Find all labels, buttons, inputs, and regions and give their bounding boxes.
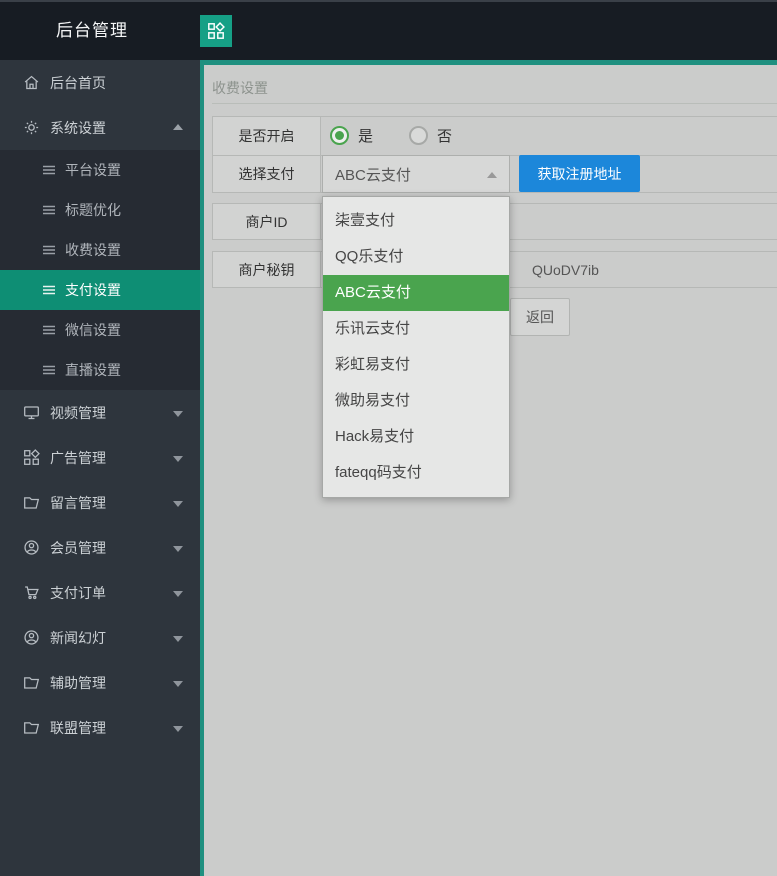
radio-no[interactable]: 否 bbox=[409, 125, 452, 146]
chevron-down-icon bbox=[173, 725, 183, 732]
chevron-down-icon bbox=[173, 680, 183, 687]
sidebar-item-label: 联盟管理 bbox=[50, 719, 106, 736]
sidebar-item-label: 直播设置 bbox=[65, 362, 121, 378]
chevron-down-icon bbox=[173, 635, 183, 642]
sidebar: 后台首页 系统设置 平台设置 标题优化 收费设置 支付设置 微信设置 直播设置 … bbox=[0, 60, 200, 876]
merchant-id-label: 商户ID bbox=[213, 204, 321, 239]
sidebar-item-label: 收费设置 bbox=[65, 242, 121, 258]
title-divider bbox=[212, 103, 777, 104]
sidebar-item-label: 支付设置 bbox=[65, 282, 121, 298]
menu-lines-icon bbox=[42, 363, 56, 377]
panel-title: 收费设置 bbox=[212, 80, 268, 96]
dropdown-option[interactable]: Hack易支付 bbox=[323, 419, 509, 455]
sidebar-item-label: 平台设置 bbox=[65, 162, 121, 178]
folder-icon bbox=[23, 494, 40, 511]
radio-yes-label: 是 bbox=[358, 128, 374, 146]
radio-unselected-icon[interactable] bbox=[409, 126, 429, 146]
sidebar-item-label: 后台首页 bbox=[50, 74, 106, 91]
sidebar-item-label: 新闻幻灯 bbox=[50, 629, 106, 646]
chevron-down-icon bbox=[173, 410, 183, 417]
sidebar-item-news-slides[interactable]: 新闻幻灯 bbox=[0, 615, 200, 660]
radio-yes[interactable]: 是 bbox=[330, 125, 373, 146]
chevron-up-icon bbox=[173, 123, 183, 130]
payment-dropdown-list: 柒壹支付 QQ乐支付 ABC云支付 乐讯云支付 彩虹易支付 微助易支付 Hack… bbox=[322, 196, 510, 498]
dropdown-option[interactable]: 微助易支付 bbox=[323, 383, 509, 419]
enable-label: 是否开启 bbox=[213, 117, 321, 155]
sidebar-item-wechat-settings[interactable]: 微信设置 bbox=[0, 310, 200, 350]
sidebar-item-message-management[interactable]: 留言管理 bbox=[0, 480, 200, 525]
merchant-key-label: 商户秘钥 bbox=[213, 252, 321, 287]
radio-selected-icon[interactable] bbox=[330, 126, 349, 146]
get-register-url-button[interactable]: 获取注册地址 bbox=[519, 155, 640, 192]
folder-icon bbox=[23, 674, 40, 691]
sidebar-item-fee-settings[interactable]: 收费设置 bbox=[0, 230, 200, 270]
sidebar-item-label: 微信设置 bbox=[65, 322, 121, 338]
user-circle-icon bbox=[23, 539, 40, 556]
sidebar-item-ad-management[interactable]: 广告管理 bbox=[0, 435, 200, 480]
menu-lines-icon bbox=[42, 163, 56, 177]
sidebar-item-payment-settings[interactable]: 支付设置 bbox=[0, 270, 200, 310]
sidebar-item-member-management[interactable]: 会员管理 bbox=[0, 525, 200, 570]
radio-no-label: 否 bbox=[437, 128, 453, 146]
chevron-down-icon bbox=[173, 455, 183, 462]
dropdown-option-selected[interactable]: ABC云支付 bbox=[323, 275, 509, 311]
sidebar-item-label: 系统设置 bbox=[50, 119, 106, 136]
home-icon bbox=[23, 74, 40, 91]
dropdown-option[interactable]: fateqq码支付 bbox=[323, 455, 509, 491]
content-area: 收费设置 是否开启 是 否 选择支付 ABC云支付 获取注册地址 商户ID 商户… bbox=[200, 60, 777, 876]
folder-icon bbox=[23, 719, 40, 736]
sidebar-item-label: 标题优化 bbox=[65, 202, 121, 218]
cart-icon bbox=[23, 584, 40, 601]
sidebar-item-label: 留言管理 bbox=[50, 494, 106, 511]
top-header: 后台管理 bbox=[0, 0, 777, 60]
sidebar-item-platform-settings[interactable]: 平台设置 bbox=[0, 150, 200, 190]
sidebar-item-label: 支付订单 bbox=[50, 584, 106, 601]
sidebar-item-video-management[interactable]: 视频管理 bbox=[0, 390, 200, 435]
sidebar-item-label: 视频管理 bbox=[50, 404, 106, 421]
sidebar-item-auxiliary-management[interactable]: 辅助管理 bbox=[0, 660, 200, 705]
chevron-down-icon bbox=[173, 500, 183, 507]
monitor-icon bbox=[23, 404, 40, 421]
menu-lines-icon bbox=[42, 283, 56, 297]
payment-select-value: ABC云支付 bbox=[335, 166, 411, 184]
system-settings-submenu: 平台设置 标题优化 收费设置 支付设置 微信设置 直播设置 bbox=[0, 150, 200, 390]
sidebar-item-payment-orders[interactable]: 支付订单 bbox=[0, 570, 200, 615]
dropdown-option[interactable]: 彩虹易支付 bbox=[323, 347, 509, 383]
menu-lines-icon bbox=[42, 203, 56, 217]
sidebar-item-label: 会员管理 bbox=[50, 539, 106, 556]
sidebar-item-label: 广告管理 bbox=[50, 449, 106, 466]
menu-lines-icon bbox=[42, 323, 56, 337]
payment-select-label: 选择支付 bbox=[213, 155, 321, 192]
dropdown-option[interactable]: 乐讯云支付 bbox=[323, 311, 509, 347]
menu-lines-icon bbox=[42, 243, 56, 257]
sidebar-item-system-settings[interactable]: 系统设置 bbox=[0, 105, 200, 150]
sidebar-item-label: 辅助管理 bbox=[50, 674, 106, 691]
payment-select[interactable]: ABC云支付 bbox=[322, 155, 510, 193]
chevron-down-icon bbox=[173, 545, 183, 552]
app-title: 后台管理 bbox=[56, 21, 128, 40]
sidebar-item-title-seo[interactable]: 标题优化 bbox=[0, 190, 200, 230]
dropdown-option[interactable]: QQ乐支付 bbox=[323, 239, 509, 275]
sidebar-item-alliance-management[interactable]: 联盟管理 bbox=[0, 705, 200, 750]
grid-icon bbox=[23, 449, 40, 466]
select-arrow-up-icon bbox=[487, 172, 497, 178]
back-button[interactable]: 返回 bbox=[510, 298, 570, 336]
dropdown-option[interactable]: 柒壹支付 bbox=[323, 203, 509, 239]
sidebar-item-live-settings[interactable]: 直播设置 bbox=[0, 350, 200, 390]
sidebar-item-home[interactable]: 后台首页 bbox=[0, 60, 200, 105]
gear-icon bbox=[23, 119, 40, 136]
app-grid-icon bbox=[207, 22, 225, 40]
chevron-down-icon bbox=[173, 590, 183, 597]
apps-grid-button[interactable] bbox=[200, 15, 232, 47]
user-circle-icon bbox=[23, 629, 40, 646]
